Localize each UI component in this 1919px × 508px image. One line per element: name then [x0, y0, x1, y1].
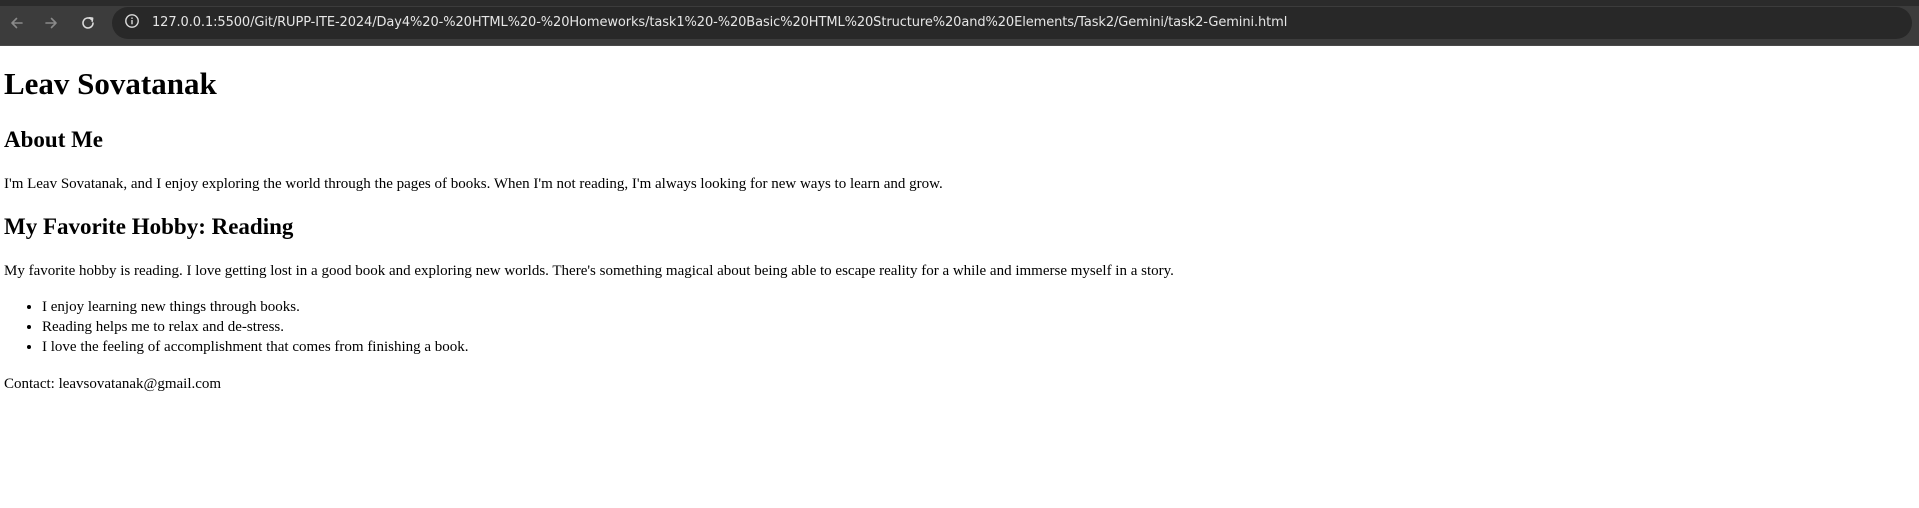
forward-button[interactable] — [40, 12, 62, 34]
page-content: Leav Sovatanak About Me I'm Leav Sovatan… — [0, 46, 1919, 508]
hobby-heading: My Favorite Hobby: Reading — [4, 214, 294, 239]
arrow-left-icon — [9, 15, 25, 31]
about-paragraph: I'm Leav Sovatanak, and I enjoy explorin… — [4, 176, 943, 192]
contact-text: Contact: leavsovatanak@gmail.com — [4, 376, 222, 392]
site-info-button[interactable] — [121, 12, 143, 34]
address-bar[interactable]: 127.0.0.1:5500/Git/RUPP-ITE-2024/Day4%20… — [112, 7, 1912, 39]
list-item: I enjoy learning new things through book… — [42, 297, 469, 317]
browser-toolbar: 127.0.0.1:5500/Git/RUPP-ITE-2024/Day4%20… — [0, 0, 1919, 46]
reload-button[interactable] — [77, 12, 99, 34]
hobby-list: I enjoy learning new things through book… — [4, 297, 469, 357]
url-text[interactable]: 127.0.0.1:5500/Git/RUPP-ITE-2024/Day4%20… — [152, 7, 1287, 39]
page-title: Leav Sovatanak — [4, 66, 217, 101]
info-icon — [124, 13, 140, 33]
list-item: I love the feeling of accomplishment tha… — [42, 337, 469, 357]
arrow-right-icon — [43, 15, 59, 31]
list-item: Reading helps me to relax and de-stress. — [42, 317, 469, 337]
hobby-paragraph: My favorite hobby is reading. I love get… — [4, 263, 1174, 279]
back-button[interactable] — [6, 12, 28, 34]
about-heading: About Me — [4, 127, 104, 152]
tab-strip — [0, 0, 1919, 6]
reload-icon — [80, 15, 96, 31]
